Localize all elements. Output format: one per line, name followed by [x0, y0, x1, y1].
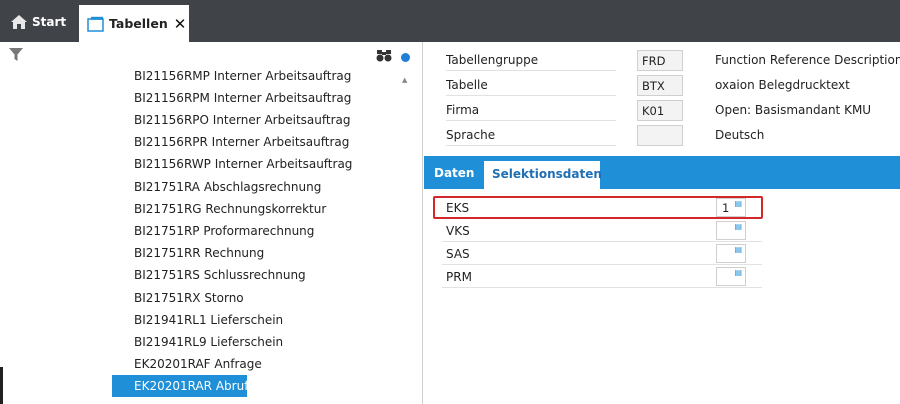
field-label-firma: Firma [446, 99, 616, 121]
status-dot-icon[interactable] [401, 53, 410, 62]
field-desc-sprache: Deutsch [715, 128, 765, 142]
tab-tabellen[interactable]: Tabellen ✕ [79, 5, 189, 42]
list-item[interactable]: BI21941RL9 Lieferschein [134, 331, 283, 353]
binoculars-icon[interactable] [376, 49, 392, 62]
list-item[interactable]: BI21751RA Abschlagsrechnung [134, 176, 321, 198]
field-firma[interactable]: K01 [637, 100, 683, 121]
field-desc-firma: Open: Basismandant KMU [715, 103, 872, 117]
list-item[interactable]: EK20201RAF Anfrage [134, 353, 262, 375]
list-item[interactable]: BI21941RL1 Lieferschein [134, 309, 283, 331]
detail-tab-bar: Daten Selektionsdaten [424, 156, 900, 189]
field-options-icon[interactable]: ▤ [734, 246, 742, 254]
table-list-panel: ▲ BI21156RMP Interner Arbeitsauftrag BI2… [0, 42, 423, 404]
field-label-sprache: Sprache [446, 124, 616, 146]
tab-start[interactable]: Start [10, 8, 66, 36]
list-item[interactable]: BI21751RX Storno [134, 287, 244, 309]
close-icon[interactable]: ✕ [174, 15, 187, 33]
field-options-icon[interactable]: ▤ [734, 223, 742, 231]
selection-row-vks: VKS ▤ [442, 220, 762, 242]
field-sprache[interactable] [637, 125, 683, 146]
top-tab-bar: Start Tabellen ✕ [0, 0, 900, 42]
list-item[interactable]: BI21751RR Rechnung [134, 242, 264, 264]
detail-panel: Tabellengruppe FRD Function Reference De… [424, 42, 900, 404]
tab-daten[interactable]: Daten [434, 166, 474, 180]
list-item[interactable]: BI21751RS Schlussrechnung [134, 264, 306, 286]
list-item[interactable]: BI21156RMP Interner Arbeitsauftrag [134, 65, 351, 87]
home-icon [11, 15, 27, 29]
table-window-icon [87, 16, 104, 32]
tab-start-label: Start [32, 15, 67, 29]
field-label-tabellengruppe: Tabellengruppe [446, 49, 616, 71]
field-label-tabelle: Tabelle [446, 74, 616, 96]
list-item[interactable]: BI21751RP Proformarechnung [134, 220, 314, 242]
list-toolbar [0, 42, 423, 64]
list-item[interactable]: BI21156RPO Interner Arbeitsauftrag [134, 109, 351, 131]
field-tabelle[interactable]: BTX [637, 75, 683, 96]
selection-value-field[interactable]: ▤ [716, 244, 746, 263]
selection-label: PRM [446, 270, 472, 284]
field-desc-tabelle: oxaion Belegdrucktext [715, 78, 850, 92]
selection-row-prm: PRM ▤ [442, 266, 762, 288]
tab-tabellen-label: Tabellen [109, 16, 168, 31]
list-item[interactable]: BI21156RPR Interner Arbeitsauftrag [134, 131, 349, 153]
field-desc-tabellengruppe: Function Reference Description [715, 53, 900, 67]
highlight-box [433, 196, 763, 219]
selection-row-sas: SAS ▤ [442, 243, 762, 265]
tab-selektionsdaten[interactable]: Selektionsdaten [483, 160, 602, 189]
list-item-selected[interactable]: EK20201RAR Abruf [112, 375, 248, 397]
window-edge [0, 367, 3, 404]
scroll-up-icon[interactable]: ▲ [402, 76, 407, 84]
selection-label: SAS [446, 247, 470, 261]
list-item[interactable]: BI21751RG Rechnungskorrektur [134, 198, 326, 220]
selection-label: VKS [446, 224, 470, 238]
list-item[interactable]: BI21156RWP Interner Arbeitsauftrag [134, 153, 352, 175]
list-item[interactable]: BI21156RPM Interner Arbeitsauftrag [134, 87, 351, 109]
selection-value-field[interactable]: ▤ [716, 221, 746, 240]
field-tabellengruppe[interactable]: FRD [637, 50, 683, 71]
selection-value-field[interactable]: ▤ [716, 267, 746, 286]
filter-icon[interactable] [9, 48, 23, 62]
field-options-icon[interactable]: ▤ [734, 269, 742, 277]
